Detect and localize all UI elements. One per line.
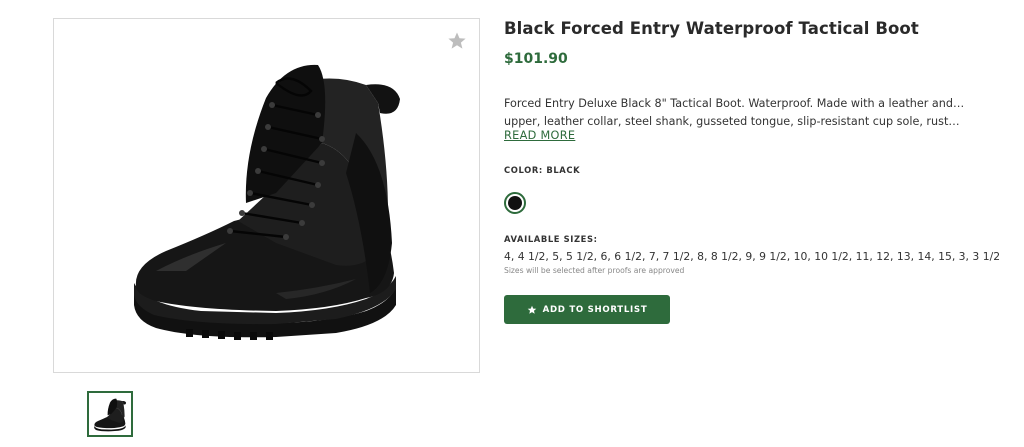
product-title: Black Forced Entry Waterproof Tactical B… — [504, 19, 919, 38]
star-icon — [527, 305, 536, 314]
favorite-star-icon[interactable] — [447, 31, 467, 51]
boot-product-image — [134, 64, 400, 340]
description-line: Forced Entry Deluxe Black 8" Tactical Bo… — [504, 97, 966, 110]
color-swatch-black[interactable] — [504, 192, 526, 214]
product-price: $101.90 — [504, 51, 568, 67]
boot-thumbnail-icon — [94, 398, 127, 432]
product-description: Forced Entry Deluxe Black 8" Tactical Bo… — [504, 95, 966, 131]
color-label: COLOR: BLACK — [504, 165, 581, 175]
sizes-note: Sizes will be selected after proofs are … — [504, 266, 685, 275]
read-more-link[interactable]: READ MORE — [504, 129, 575, 142]
add-to-shortlist-label: ADD TO SHORTLIST — [542, 304, 648, 315]
sizes-list: 4, 4 1/2, 5, 5 1/2, 6, 6 1/2, 7, 7 1/2, … — [504, 250, 1001, 263]
add-to-shortlist-button[interactable]: ADD TO SHORTLIST — [504, 295, 670, 324]
thumbnail-image[interactable] — [87, 391, 133, 437]
sizes-label: AVAILABLE SIZES: — [504, 234, 598, 244]
swatch-dot — [508, 196, 522, 210]
product-image-container — [53, 18, 480, 373]
